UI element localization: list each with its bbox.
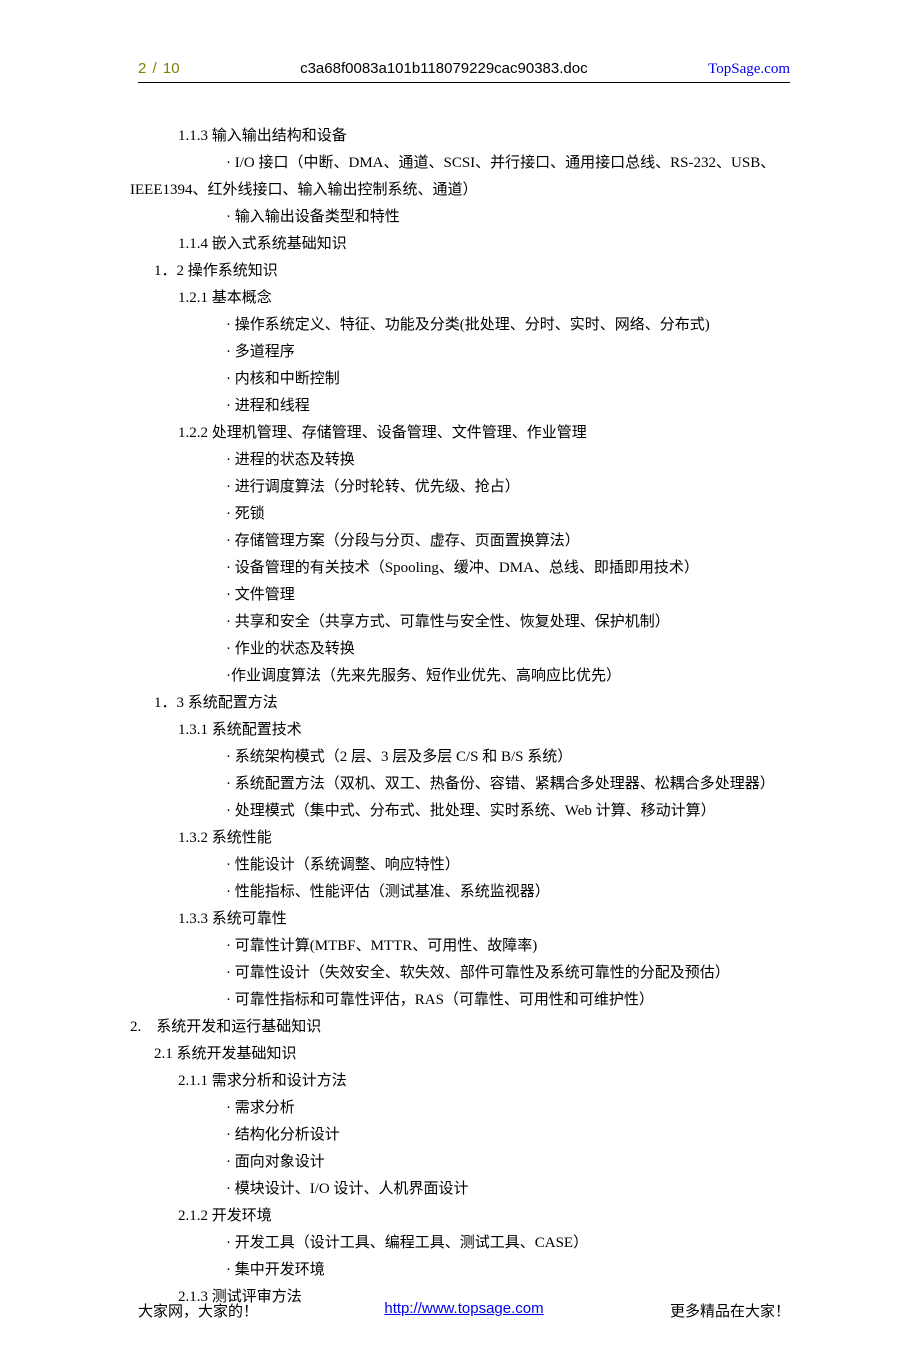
document-body: 1.1.3 输入输出结构和设备· I/O 接口（中断、DMA、通道、SCSI、并… <box>0 123 920 1311</box>
body-line: · I/O 接口（中断、DMA、通道、SCSI、并行接口、通用接口总线、RS-2… <box>130 150 790 204</box>
body-line: · 性能设计（系统调整、响应特性） <box>130 852 790 879</box>
page-sep: / <box>153 60 157 77</box>
body-line: · 结构化分析设计 <box>130 1122 790 1149</box>
body-line: · 文件管理 <box>130 582 790 609</box>
footer-left: 大家网，大家的！ <box>138 1300 355 1321</box>
body-line: 1.1.4 嵌入式系统基础知识 <box>130 231 790 258</box>
page-header: 2 / 10 c3a68f0083a101b118079229cac90383.… <box>0 60 920 82</box>
body-line: · 输入输出设备类型和特性 <box>130 204 790 231</box>
body-line: 1.3.2 系统性能 <box>130 825 790 852</box>
body-line: · 设备管理的有关技术（Spooling、缓冲、DMA、总线、即插即用技术） <box>130 555 790 582</box>
body-line: · 系统配置方法（双机、双工、热备份、容错、紧耦合多处理器、松耦合多处理器） <box>130 771 790 798</box>
body-line: 2.1.2 开发环境 <box>130 1203 790 1230</box>
page-current: 2 <box>138 60 146 77</box>
body-line: 1.1.3 输入输出结构和设备 <box>130 123 790 150</box>
body-line: · 面向对象设计 <box>130 1149 790 1176</box>
page-number: 2 / 10 <box>138 60 180 77</box>
body-line: · 进程和线程 <box>130 393 790 420</box>
body-line: · 需求分析 <box>130 1095 790 1122</box>
footer-link[interactable]: http://www.topsage.com <box>384 1300 543 1317</box>
body-line: · 可靠性计算(MTBF、MTTR、可用性、故障率) <box>130 933 790 960</box>
body-line: 1.2.2 处理机管理、存储管理、设备管理、文件管理、作业管理 <box>130 420 790 447</box>
body-line: · 处理模式（集中式、分布式、批处理、实时系统、Web 计算、移动计算） <box>130 798 790 825</box>
body-line: · 可靠性指标和可靠性评估，RAS（可靠性、可用性和可维护性） <box>130 987 790 1014</box>
header-site-link[interactable]: TopSage.com <box>708 61 790 78</box>
body-line: · 进程的状态及转换 <box>130 447 790 474</box>
body-line: · 多道程序 <box>130 339 790 366</box>
body-line: 2.1 系统开发基础知识 <box>130 1041 790 1068</box>
body-line: · 死锁 <box>130 501 790 528</box>
header-rule <box>138 82 790 83</box>
page-footer: 大家网，大家的！ http://www.topsage.com 更多精品在大家！ <box>0 1300 920 1321</box>
body-line: · 模块设计、I/O 设计、人机界面设计 <box>130 1176 790 1203</box>
body-line: · 集中开发环境 <box>130 1257 790 1284</box>
body-line: 2.1.1 需求分析和设计方法 <box>130 1068 790 1095</box>
document-page: 2 / 10 c3a68f0083a101b118079229cac90383.… <box>0 0 920 1361</box>
page-total: 10 <box>163 60 180 77</box>
body-line: · 进行调度算法（分时轮转、优先级、抢占） <box>130 474 790 501</box>
body-line: 1.2.1 基本概念 <box>130 285 790 312</box>
body-line: · 性能指标、性能评估（测试基准、系统监视器） <box>130 879 790 906</box>
body-line: 2. 系统开发和运行基础知识 <box>130 1014 790 1041</box>
body-line: · 作业的状态及转换 <box>130 636 790 663</box>
body-line: 1．2 操作系统知识 <box>130 258 790 285</box>
body-line: · 操作系统定义、特征、功能及分类(批处理、分时、实时、网络、分布式) <box>130 312 790 339</box>
footer-right: 更多精品在大家！ <box>573 1300 790 1321</box>
footer-center: http://www.topsage.com <box>355 1300 572 1321</box>
body-line: 1.3.1 系统配置技术 <box>130 717 790 744</box>
body-line: · 共享和安全（共享方式、可靠性与安全性、恢复处理、保护机制） <box>130 609 790 636</box>
body-line: 1．3 系统配置方法 <box>130 690 790 717</box>
body-line: · 存储管理方案（分段与分页、虚存、页面置换算法） <box>130 528 790 555</box>
body-line: ·作业调度算法（先来先服务、短作业优先、高响应比优先） <box>130 663 790 690</box>
header-filename: c3a68f0083a101b118079229cac90383.doc <box>180 60 709 77</box>
body-line: · 可靠性设计（失效安全、软失效、部件可靠性及系统可靠性的分配及预估） <box>130 960 790 987</box>
body-line: · 内核和中断控制 <box>130 366 790 393</box>
body-line: 1.3.3 系统可靠性 <box>130 906 790 933</box>
body-line: · 系统架构模式（2 层、3 层及多层 C/S 和 B/S 系统） <box>130 744 790 771</box>
body-line: · 开发工具（设计工具、编程工具、测试工具、CASE） <box>130 1230 790 1257</box>
